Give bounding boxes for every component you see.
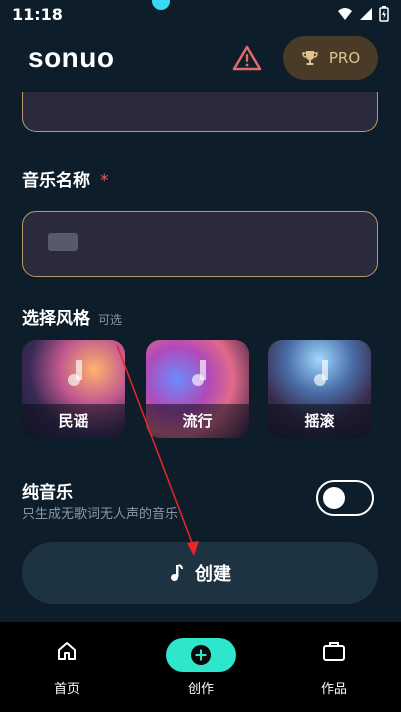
style-card-rock[interactable]: 摇滚 [268, 340, 371, 438]
warning-icon [232, 45, 262, 71]
required-mark: * [100, 171, 109, 191]
toggle-knob [323, 487, 345, 509]
create-tab-pill [166, 638, 236, 672]
create-label: 创建 [195, 564, 231, 585]
music-note-icon [68, 360, 82, 386]
battery-icon [379, 6, 389, 22]
wifi-icon [338, 8, 352, 20]
nav-item-home[interactable]: 首页 [0, 622, 134, 712]
style-label-text: 选择风格 [22, 309, 90, 329]
music-note-icon [171, 564, 183, 581]
trophy-icon [302, 51, 318, 65]
signal-icon [360, 8, 372, 20]
status-bar: 11:18 [0, 0, 401, 28]
pro-button[interactable]: PRO [283, 36, 378, 80]
pro-label: PRO [328, 49, 361, 67]
pure-music-description: 只生成无歌词无人声的音乐 [22, 507, 179, 522]
plus-circle-icon [191, 645, 211, 665]
briefcase-icon [323, 642, 345, 661]
nav-label-create: 创作 [187, 682, 214, 697]
app-header: sonuo PRO [0, 30, 401, 88]
music-name-label: 音乐名称 * [22, 166, 109, 191]
previous-field[interactable] [22, 92, 378, 132]
pure-music-toggle[interactable] [316, 480, 374, 516]
nav-item-works[interactable]: 作品 [267, 622, 401, 712]
style-card-label: 摇滚 [268, 404, 371, 438]
style-card-label: 流行 [146, 404, 249, 438]
optional-tag: 可选 [98, 313, 123, 327]
text-cursor-blur [48, 233, 78, 251]
music-note-icon [192, 360, 206, 386]
status-time: 11:18 [12, 4, 63, 24]
music-name-input[interactable] [45, 234, 355, 254]
bottom-nav: 首页 创作 作品 [0, 622, 401, 712]
status-icons [337, 6, 389, 22]
style-card-pop[interactable]: 流行 [146, 340, 249, 438]
style-card-folk[interactable]: 民谣 [22, 340, 125, 438]
nav-label-home: 首页 [53, 682, 80, 697]
create-button[interactable]: 创建 [22, 542, 378, 604]
music-name-text: 音乐名称 [22, 171, 90, 191]
warning-button[interactable] [232, 44, 262, 72]
style-card-label: 民谣 [22, 404, 125, 438]
style-cards: 民谣 流行 摇滚 [22, 340, 380, 440]
pure-music-title: 纯音乐 [22, 483, 73, 503]
nav-label-works: 作品 [320, 682, 347, 697]
music-note-icon [314, 360, 328, 386]
nav-item-create[interactable]: 创作 [134, 622, 268, 712]
app-title: sonuo [28, 42, 115, 73]
home-icon [58, 642, 76, 660]
style-label: 选择风格 可选 [22, 304, 122, 329]
